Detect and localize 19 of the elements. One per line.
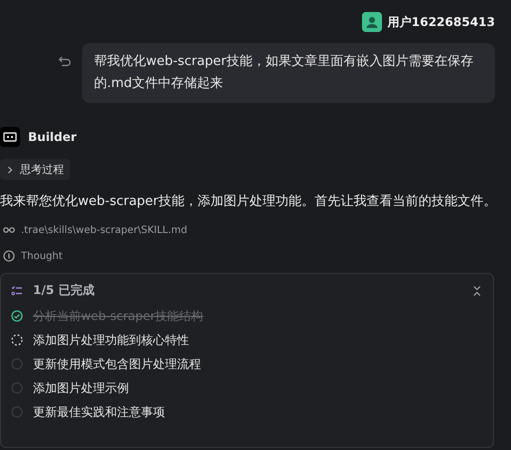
info-icon bbox=[3, 250, 15, 262]
todo-title: 1/5 已完成 bbox=[33, 282, 96, 299]
thought-label[interactable]: Thought bbox=[21, 250, 63, 262]
undo-icon[interactable] bbox=[58, 55, 72, 67]
assistant-reply: 我来帮您优化web-scraper技能，添加图片处理功能。首先让我查看当前的技能文件。 bbox=[0, 193, 495, 210]
file-path[interactable]: .trae\skills\web-scraper\SKILL.md bbox=[21, 224, 188, 236]
agent-name: Builder bbox=[28, 130, 77, 144]
todo-item-text: 更新使用模式包含图片处理流程 bbox=[33, 356, 201, 373]
checklist-icon bbox=[11, 284, 23, 296]
avatar-icon bbox=[362, 12, 382, 32]
todo-item-text: 分析当前web-scraper技能结构 bbox=[33, 308, 204, 325]
user-name: 用户1622685413 bbox=[388, 14, 495, 30]
todo-item-text: 更新最佳实践和注意事项 bbox=[33, 404, 165, 421]
thinking-toggle[interactable]: 思考过程 bbox=[0, 159, 70, 180]
collapse-icon[interactable] bbox=[471, 284, 483, 296]
user-message: 帮我优化web-scraper技能，如果文章里面有嵌入图片需要在保存的.md文件中存储起来 bbox=[82, 43, 495, 103]
chevron-icon bbox=[6, 166, 14, 174]
todo-item-text: 添加图片处理功能到核心特性 bbox=[33, 332, 189, 349]
todo-item-text: 添加图片处理示例 bbox=[33, 380, 129, 397]
